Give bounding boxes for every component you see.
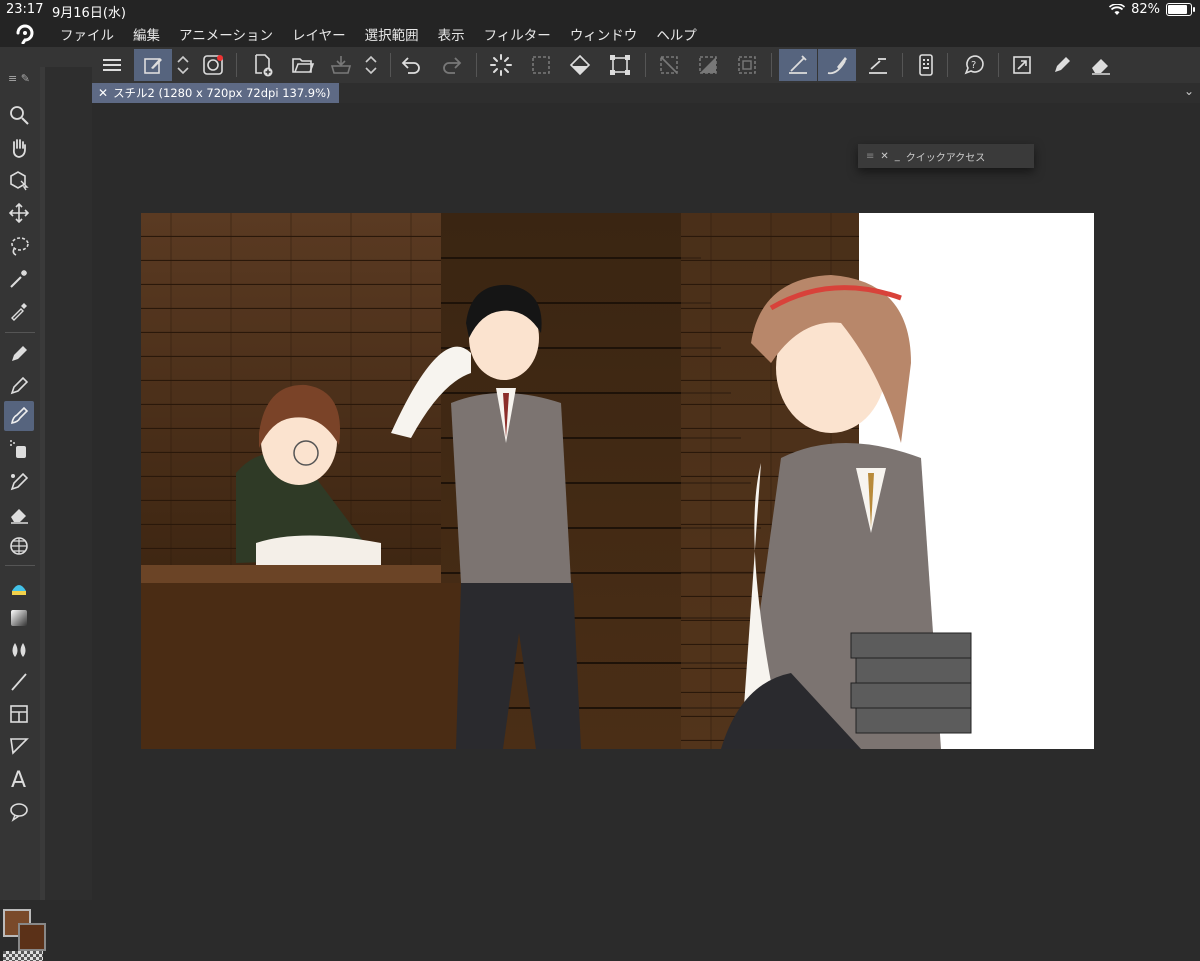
eraser-icon[interactable] xyxy=(1085,49,1117,81)
status-time: 23:17 xyxy=(6,2,44,17)
artwork-canvas[interactable] xyxy=(141,213,1094,749)
svg-text:?: ? xyxy=(971,60,976,71)
move-icon[interactable] xyxy=(4,198,34,228)
ruler-snap-icon[interactable] xyxy=(779,49,817,81)
pencil-tool-icon[interactable] xyxy=(4,371,34,401)
battery-percent: 82% xyxy=(1131,2,1160,17)
sub-color-swatch[interactable] xyxy=(18,923,46,951)
fill-icon[interactable] xyxy=(564,49,596,81)
balloon-icon[interactable] xyxy=(4,797,34,827)
select-all-icon[interactable] xyxy=(731,49,763,81)
battery-icon xyxy=(1166,3,1195,16)
magic-wand-icon[interactable] xyxy=(4,264,34,294)
wifi-icon xyxy=(1109,3,1126,15)
menu-window[interactable]: ウィンドウ xyxy=(570,24,638,44)
updown-icon[interactable] xyxy=(360,49,382,81)
menu-help[interactable]: ヘルプ xyxy=(656,24,697,44)
pen-tool-icon[interactable] xyxy=(4,339,34,369)
menu-filter[interactable]: フィルター xyxy=(484,24,551,44)
chevron-down-icon[interactable]: ⌄ xyxy=(1184,84,1194,98)
record-icon[interactable] xyxy=(197,49,229,81)
document-tab-bar: ✕ スチル2 (1280 x 720px 72dpi 137.9%) ⌄ xyxy=(92,83,1200,103)
fill-tool-icon[interactable] xyxy=(4,571,34,601)
menu-bar: ファイル 編集 アニメーション レイヤー 選択範囲 表示 フィルター ウィンドウ… xyxy=(0,20,1200,47)
device-icon[interactable] xyxy=(910,49,942,81)
artwork-image xyxy=(141,213,1094,749)
menu-selection[interactable]: 選択範囲 xyxy=(365,24,419,44)
close-icon[interactable]: ✕ xyxy=(98,86,108,100)
quick-access-panel: ≡ ✕ _ クイックアクセス xyxy=(858,144,1034,168)
line-icon[interactable] xyxy=(4,667,34,697)
minimize-icon[interactable]: _ xyxy=(895,151,900,162)
frame-icon[interactable] xyxy=(4,531,34,561)
menu-icon[interactable] xyxy=(96,49,128,81)
palette-scroll-strip xyxy=(40,67,92,900)
menu-layer[interactable]: レイヤー xyxy=(292,24,346,44)
hide-selection-icon[interactable] xyxy=(653,49,685,81)
airbrush-icon[interactable] xyxy=(4,434,34,464)
svg-text:A: A xyxy=(11,768,26,791)
text-icon[interactable]: A xyxy=(4,764,34,794)
gradient-icon[interactable] xyxy=(4,603,34,633)
invert-selection-icon[interactable] xyxy=(692,49,724,81)
lasso-icon[interactable] xyxy=(4,231,34,261)
pen-icon[interactable] xyxy=(1046,49,1078,81)
grid-snap-icon[interactable] xyxy=(862,49,894,81)
clear-selection-icon[interactable] xyxy=(525,49,557,81)
help-icon[interactable]: ? xyxy=(958,49,990,81)
eyedropper-icon[interactable] xyxy=(4,296,34,326)
panel-icon[interactable] xyxy=(4,699,34,729)
save-cloud-icon[interactable] xyxy=(325,49,357,81)
undo-icon[interactable] xyxy=(395,49,427,81)
expand-icon[interactable] xyxy=(1006,49,1038,81)
command-bar: ? xyxy=(0,47,1200,157)
quick-access-title: クイックアクセス xyxy=(905,152,986,164)
updown-icon[interactable] xyxy=(172,49,194,81)
menu-animation[interactable]: アニメーション xyxy=(179,24,273,44)
curve-snap-icon[interactable] xyxy=(818,49,856,81)
zoom-icon[interactable] xyxy=(4,100,34,130)
menu-edit[interactable]: 編集 xyxy=(133,24,160,44)
palette-menu-icon[interactable]: ≡ ✎ xyxy=(4,69,34,87)
status-bar: 23:17 9月16日(水) 82% xyxy=(0,0,1200,21)
redo-icon[interactable] xyxy=(436,49,468,81)
grip-icon[interactable]: ≡ xyxy=(866,151,874,162)
object-icon[interactable] xyxy=(4,165,34,195)
transparent-color-swatch[interactable] xyxy=(3,951,43,961)
document-tab-label: スチル2 (1280 x 720px 72dpi 137.9%) xyxy=(113,86,331,100)
open-folder-icon[interactable] xyxy=(287,49,319,81)
app-logo-icon[interactable] xyxy=(0,24,50,44)
menu-file[interactable]: ファイル xyxy=(60,24,114,44)
eraser-tool-icon[interactable] xyxy=(4,499,34,529)
loading-icon[interactable] xyxy=(485,49,517,81)
brush-tool-icon[interactable] xyxy=(4,401,34,431)
hand-icon[interactable] xyxy=(4,133,34,163)
new-document-icon[interactable] xyxy=(247,49,279,81)
edit-icon[interactable] xyxy=(134,49,172,81)
blend-icon[interactable] xyxy=(4,635,34,665)
ruler-icon[interactable] xyxy=(4,731,34,761)
palette-scrollbar[interactable] xyxy=(40,67,45,900)
menu-view[interactable]: 表示 xyxy=(438,24,465,44)
close-icon[interactable]: ✕ xyxy=(880,151,888,162)
tool-palette: ≡ ✎ A xyxy=(0,67,46,961)
transform-icon[interactable] xyxy=(604,49,636,81)
decoration-icon[interactable] xyxy=(4,467,34,497)
document-tab[interactable]: ✕ スチル2 (1280 x 720px 72dpi 137.9%) xyxy=(92,83,339,103)
status-date: 9月16日(水) xyxy=(52,6,126,21)
